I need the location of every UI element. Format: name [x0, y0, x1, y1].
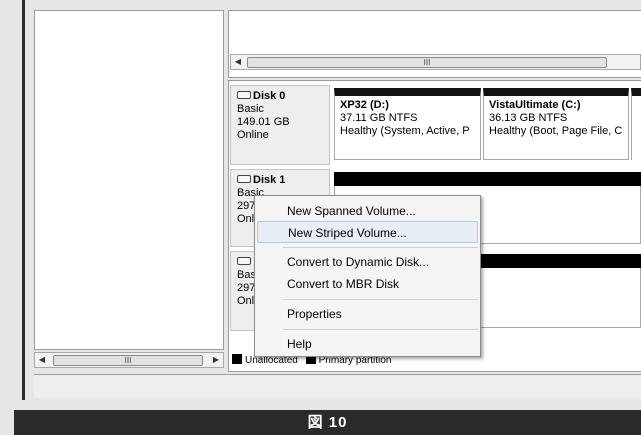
partition-partial[interactable] [631, 88, 641, 160]
scroll-thumb[interactable]: III [247, 57, 607, 68]
scroll-grip: III [423, 58, 431, 67]
partition-vistaultimate[interactable]: VistaUltimate (C:) 36.13 GB NTFS Healthy… [483, 88, 629, 160]
scroll-left-arrow-icon[interactable]: ◀ [35, 353, 49, 367]
status-bar [34, 374, 641, 398]
menu-item-convert-to-mbr-disk[interactable]: Convert to MBR Disk [257, 273, 478, 295]
menu-item-new-striped-volume[interactable]: New Striped Volume... [257, 221, 478, 243]
menu-item-new-spanned-volume[interactable]: New Spanned Volume... [257, 200, 478, 222]
disk-name: Disk 0 [253, 90, 286, 102]
partition-size: 37.11 GB NTFS [340, 112, 418, 124]
scroll-right-arrow-icon[interactable]: ▶ [209, 353, 223, 367]
menu-item-help[interactable]: Help [257, 333, 478, 355]
disk-icon [237, 175, 251, 183]
disk-status: Online [237, 129, 269, 141]
scroll-left-arrow-icon[interactable]: ◀ [231, 55, 245, 69]
scroll-grip: III [124, 356, 132, 365]
menu-separator [283, 247, 478, 248]
disk-0-label[interactable]: Disk 0 Basic 149.01 GB Online [230, 85, 330, 165]
partition-size: 36.13 GB NTFS [489, 112, 568, 124]
left-horizontal-scrollbar[interactable]: ◀ III ▶ [34, 352, 224, 368]
menu-item-properties[interactable]: Properties [257, 303, 478, 325]
disk-size: 149.01 GB [237, 116, 290, 128]
disk-name: Disk 1 [253, 174, 286, 186]
figure-caption: 図 10 [307, 414, 348, 431]
context-menu: New Spanned Volume... New Striped Volume… [254, 195, 481, 357]
left-pane [34, 10, 224, 350]
scroll-thumb[interactable]: III [53, 355, 203, 366]
menu-separator [283, 299, 478, 300]
menu-separator [283, 329, 478, 330]
disk-icon [237, 257, 251, 265]
menu-item-convert-to-dynamic-disk[interactable]: Convert to Dynamic Disk... [257, 251, 478, 273]
partition-name: XP32 (D:) [340, 99, 389, 111]
unallocated-bar [334, 172, 641, 186]
partition-xp32[interactable]: XP32 (D:) 37.11 GB NTFS Healthy (System,… [334, 88, 481, 160]
disk-type: Basic [237, 103, 264, 115]
top-horizontal-scrollbar[interactable]: ◀ III [230, 54, 641, 70]
partition-status: Healthy (Boot, Page File, C [489, 125, 623, 137]
partition-name: VistaUltimate (C:) [489, 99, 581, 111]
window-border [22, 0, 25, 400]
disk-icon [237, 91, 251, 99]
unallocated-swatch [232, 354, 242, 364]
partition-status: Healthy (System, Active, P [340, 125, 470, 137]
